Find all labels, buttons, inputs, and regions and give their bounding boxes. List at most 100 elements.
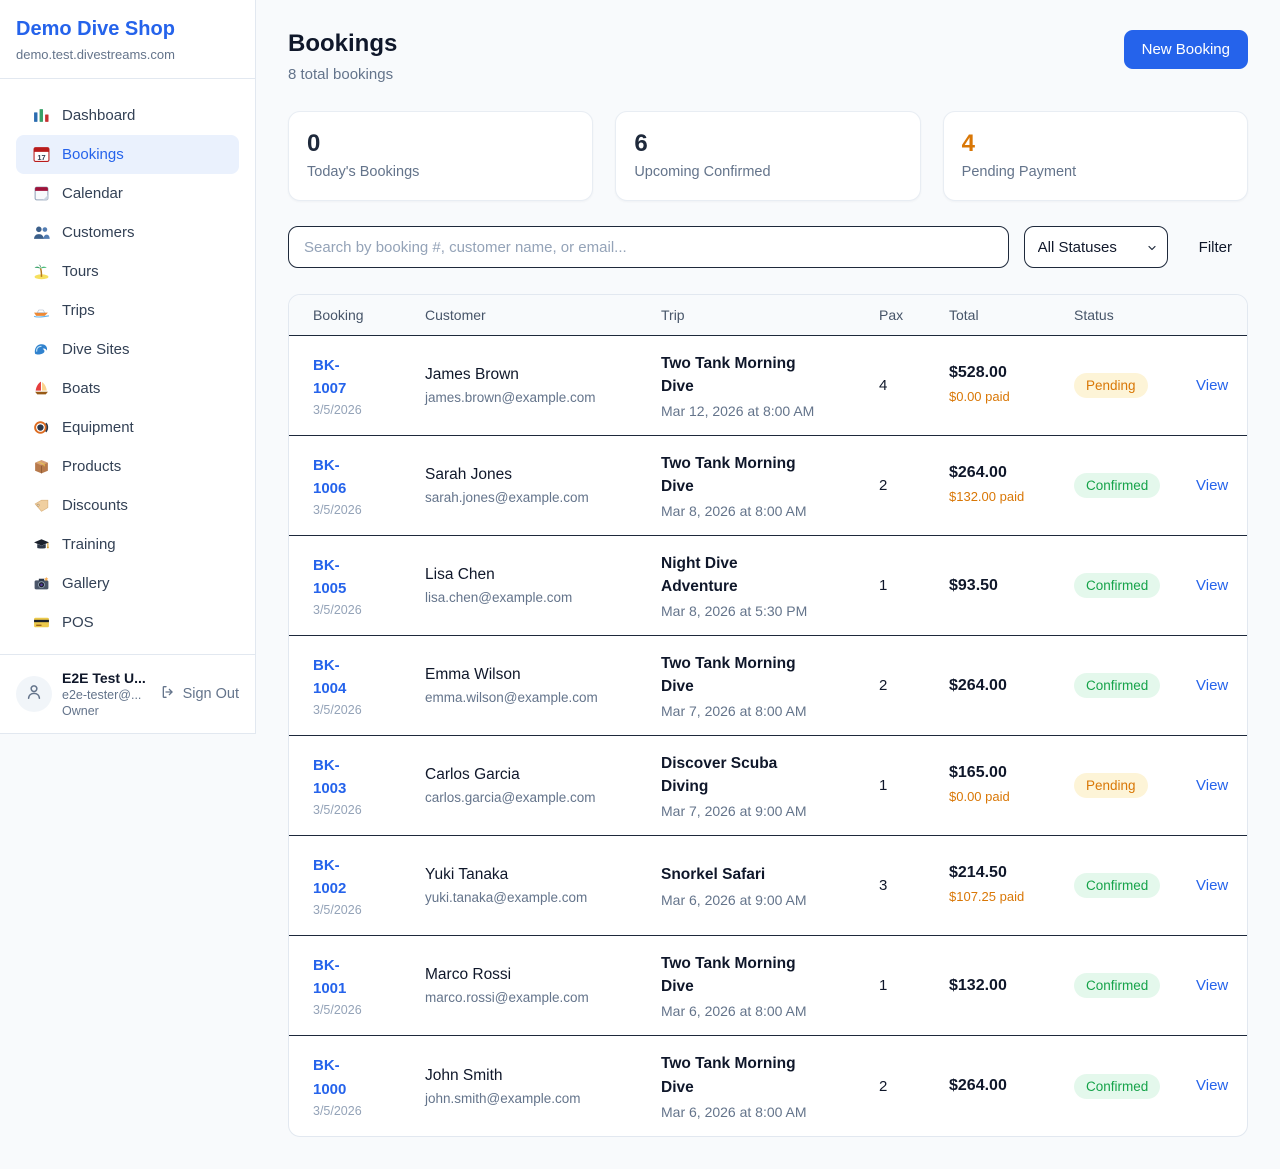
sidebar-item-calendar[interactable]: Calendar [16, 174, 239, 213]
stat-label: Pending Payment [962, 164, 1229, 180]
stat-card: 6 Upcoming Confirmed [615, 111, 920, 201]
sign-out-button[interactable]: Sign Out [160, 684, 239, 704]
col-booking: Booking [313, 295, 425, 335]
svg-text:17: 17 [37, 153, 45, 162]
sidebar-item-customers[interactable]: Customers [16, 213, 239, 252]
booking-id-link[interactable]: BK-1005 [313, 554, 369, 601]
booking-id-link[interactable]: BK-1002 [313, 854, 369, 901]
total-cell: $214.50 $107.25 paid [949, 864, 1074, 907]
sidebar-item-equipment[interactable]: Equipment [16, 408, 239, 447]
view-link[interactable]: View [1196, 477, 1228, 494]
view-link[interactable]: View [1196, 577, 1228, 594]
user-info: E2E Test U... e2e-tester@... Owner [62, 670, 150, 718]
trip-cell: Two Tank Morning Dive Mar 8, 2026 at 8:0… [661, 452, 879, 520]
brand-name[interactable]: Demo Dive Shop [16, 18, 239, 41]
stat-value: 4 [962, 130, 1229, 158]
view-link[interactable]: View [1196, 777, 1228, 794]
sidebar-item-label: Customers [62, 224, 135, 241]
actions-cell: View [1196, 677, 1223, 695]
booking-id-link[interactable]: BK-1003 [313, 754, 369, 801]
sidebar-item-trips[interactable]: Trips [16, 291, 239, 330]
booking-date: 3/5/2026 [313, 703, 415, 717]
sidebar-item-tours[interactable]: Tours [16, 252, 239, 291]
trip-cell: Two Tank Morning Dive Mar 6, 2026 at 8:0… [661, 952, 879, 1020]
customer-email: yuki.tanaka@example.com [425, 890, 651, 905]
sidebar-item-dive-sites[interactable]: Dive Sites [16, 330, 239, 369]
sidebar-item-gallery[interactable]: Gallery [16, 564, 239, 603]
trip-cell: Snorkel Safari Mar 6, 2026 at 9:00 AM [661, 863, 879, 907]
total-cell: $93.50 [949, 577, 1074, 595]
bookings-calendar-icon: 17 [32, 146, 50, 163]
booking-id-link[interactable]: BK-1004 [313, 654, 369, 701]
status-badge: Pending [1074, 373, 1148, 398]
sidebar-item-discounts[interactable]: Discounts [16, 486, 239, 525]
trip-cell: Night Dive Adventure Mar 8, 2026 at 5:30… [661, 552, 879, 620]
view-link[interactable]: View [1196, 877, 1228, 894]
customer-name: Yuki Tanaka [425, 866, 651, 884]
diving-mask-icon [32, 419, 50, 436]
view-link[interactable]: View [1196, 1077, 1228, 1094]
table-row: BK-1002 3/5/2026 Yuki Tanaka yuki.tanaka… [289, 836, 1247, 936]
status-badge: Confirmed [1074, 673, 1160, 698]
customer-cell: Sarah Jones sarah.jones@example.com [425, 466, 661, 505]
booking-id-link[interactable]: BK-1006 [313, 454, 369, 501]
sidebar-item-label: Bookings [62, 146, 124, 163]
actions-cell: View [1196, 377, 1223, 395]
filter-button[interactable]: Filter [1183, 239, 1248, 256]
total-amount: $93.50 [949, 577, 1064, 595]
status-cell: Confirmed [1074, 473, 1196, 498]
booking-id-link[interactable]: BK-1000 [313, 1054, 369, 1101]
total-cell: $264.00 $132.00 paid [949, 464, 1074, 507]
trip-time: Mar 6, 2026 at 8:00 AM [661, 1003, 869, 1019]
actions-cell: View [1196, 877, 1223, 895]
brand-domain: demo.test.divestreams.com [16, 47, 239, 62]
sidebar-item-pos[interactable]: POS [16, 603, 239, 642]
sidebar-item-bookings[interactable]: 17 Bookings [16, 135, 239, 174]
trip-time: Mar 8, 2026 at 8:00 AM [661, 503, 869, 519]
total-cell: $264.00 [949, 1077, 1074, 1095]
status-cell: Confirmed [1074, 673, 1196, 698]
booking-cell: BK-1006 3/5/2026 [313, 454, 425, 518]
customer-cell: Marco Rossi marco.rossi@example.com [425, 966, 661, 1005]
brand: Demo Dive Shop demo.test.divestreams.com [0, 0, 255, 79]
booking-cell: BK-1001 3/5/2026 [313, 954, 425, 1018]
search-input[interactable] [288, 226, 1009, 268]
user-role: Owner [62, 704, 150, 718]
sailboat-icon [32, 380, 50, 397]
pax-value: 4 [879, 377, 949, 394]
booking-date: 3/5/2026 [313, 503, 415, 517]
customer-name: Emma Wilson [425, 666, 651, 684]
customer-cell: James Brown james.brown@example.com [425, 366, 661, 405]
view-link[interactable]: View [1196, 677, 1228, 694]
sidebar-item-label: Equipment [62, 419, 134, 436]
trip-time: Mar 8, 2026 at 5:30 PM [661, 603, 869, 619]
sidebar-item-dashboard[interactable]: Dashboard [16, 96, 239, 135]
sidebar-item-products[interactable]: Products [16, 447, 239, 486]
graduation-cap-icon [32, 536, 50, 553]
filter-row: All Statuses Filter [288, 226, 1248, 268]
status-filter-select[interactable]: All Statuses [1024, 226, 1168, 268]
view-link[interactable]: View [1196, 977, 1228, 994]
trip-time: Mar 6, 2026 at 8:00 AM [661, 1104, 869, 1120]
sidebar-item-training[interactable]: Training [16, 525, 239, 564]
user-name: E2E Test U... [62, 670, 150, 686]
sidebar-item-boats[interactable]: Boats [16, 369, 239, 408]
status-cell: Confirmed [1074, 873, 1196, 898]
view-link[interactable]: View [1196, 377, 1228, 394]
total-amount: $264.00 [949, 1077, 1064, 1095]
paid-amount: $132.00 paid [949, 487, 1029, 507]
table-row: BK-1007 3/5/2026 James Brown james.brown… [289, 336, 1247, 436]
pax-value: 1 [879, 977, 949, 994]
table-row: BK-1005 3/5/2026 Lisa Chen lisa.chen@exa… [289, 536, 1247, 636]
calendar-icon [32, 185, 50, 202]
camera-icon [32, 575, 50, 592]
table-row: BK-1001 3/5/2026 Marco Rossi marco.rossi… [289, 936, 1247, 1036]
booking-date: 3/5/2026 [313, 403, 415, 417]
new-booking-button[interactable]: New Booking [1124, 30, 1248, 69]
booking-id-link[interactable]: BK-1001 [313, 954, 369, 1001]
booking-cell: BK-1007 3/5/2026 [313, 354, 425, 418]
booking-id-link[interactable]: BK-1007 [313, 354, 369, 401]
total-cell: $264.00 [949, 677, 1074, 695]
customer-name: John Smith [425, 1067, 651, 1085]
booking-date: 3/5/2026 [313, 903, 415, 917]
